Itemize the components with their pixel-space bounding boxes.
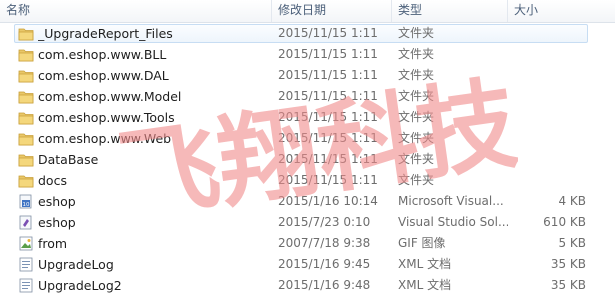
- file-name: com.eshop.www.BLL: [38, 47, 167, 62]
- file-name: from: [38, 236, 68, 251]
- file-row[interactable]: from 2007/7/18 9:38 GIF 图像 5 KB: [0, 233, 615, 254]
- folder-icon: [18, 47, 34, 62]
- file-type: XML 文档: [398, 257, 452, 271]
- file-size: 610 KB: [543, 215, 586, 229]
- file-size: 5 KB: [558, 236, 586, 250]
- file-name: com.eshop.www.Web: [38, 131, 172, 146]
- file-row[interactable]: UpgradeLog 2015/1/16 9:45 XML 文档 35 KB: [0, 254, 615, 275]
- column-header-size[interactable]: 大小: [508, 0, 615, 22]
- file-date: 2015/1/16 9:45: [278, 257, 371, 271]
- file-name: com.eshop.www.Model: [38, 89, 182, 104]
- column-header-type[interactable]: 类型: [392, 0, 508, 22]
- file-date: 2015/11/15 1:11: [278, 89, 378, 103]
- folder-icon: [18, 110, 34, 125]
- file-row[interactable]: eshop 2015/7/23 0:10 Visual Studio Sol... 6…: [0, 212, 615, 233]
- file-date: 2015/1/16 9:48: [278, 278, 371, 292]
- file-row[interactable]: DataBase 2015/11/15 1:11 文件夹: [0, 149, 615, 170]
- folder-icon: [18, 26, 34, 41]
- file-type: XML 文档: [398, 278, 452, 292]
- file-row[interactable]: docs 2015/11/15 1:11 文件夹: [0, 170, 615, 191]
- vs-project-icon: 10: [18, 194, 34, 209]
- file-row[interactable]: _UpgradeReport_Files 2015/11/15 1:11 文件夹: [0, 23, 615, 44]
- xml-document-icon: [18, 278, 34, 293]
- file-row[interactable]: com.eshop.www.BLL 2015/11/15 1:11 文件夹: [0, 44, 615, 65]
- file-size: 4 KB: [558, 194, 586, 208]
- file-row[interactable]: com.eshop.www.Web 2015/11/15 1:11 文件夹: [0, 128, 615, 149]
- file-row[interactable]: 10 eshop 2015/1/16 10:14 Microsoft Visual..…: [0, 191, 615, 212]
- file-size: 35 KB: [550, 278, 586, 292]
- xml-document-icon: [18, 257, 34, 272]
- file-row[interactable]: com.eshop.www.Model 2015/11/15 1:11 文件夹: [0, 86, 615, 107]
- file-date: 2007/7/18 9:38: [278, 236, 371, 250]
- file-type: Visual Studio Sol...: [398, 215, 508, 229]
- file-date: 2015/11/15 1:11: [278, 47, 378, 61]
- file-date: 2015/7/23 0:10: [278, 215, 371, 229]
- file-name: UpgradeLog2: [38, 278, 122, 293]
- svg-text:10: 10: [23, 202, 30, 208]
- file-date: 2015/11/15 1:11: [278, 131, 378, 145]
- file-name: eshop: [38, 194, 76, 209]
- folder-icon: [18, 173, 34, 188]
- file-name: com.eshop.www.DAL: [38, 68, 169, 83]
- file-name: com.eshop.www.Tools: [38, 110, 175, 125]
- file-date: 2015/1/16 10:14: [278, 194, 378, 208]
- folder-icon: [18, 68, 34, 83]
- file-date: 2015/11/15 1:11: [278, 173, 378, 187]
- vs-solution-icon: [18, 215, 34, 230]
- file-type: 文件夹: [398, 47, 435, 61]
- file-type: 文件夹: [398, 173, 435, 187]
- column-header-name[interactable]: 名称: [0, 0, 272, 22]
- file-name: docs: [38, 173, 67, 188]
- file-type: GIF 图像: [398, 236, 446, 250]
- folder-icon: [18, 131, 34, 146]
- folder-icon: [18, 152, 34, 167]
- file-date: 2015/11/15 1:11: [278, 26, 378, 40]
- file-name: _UpgradeReport_Files: [38, 26, 173, 41]
- file-name: DataBase: [38, 152, 99, 167]
- file-date: 2015/11/15 1:11: [278, 152, 378, 166]
- file-list: _UpgradeReport_Files 2015/11/15 1:11 文件夹 co…: [0, 23, 615, 296]
- file-type: 文件夹: [398, 68, 435, 82]
- file-name: eshop: [38, 215, 76, 230]
- file-type: 文件夹: [398, 131, 435, 145]
- file-row[interactable]: com.eshop.www.Tools 2015/11/15 1:11 文件夹: [0, 107, 615, 128]
- file-type: 文件夹: [398, 26, 435, 40]
- file-type: Microsoft Visual...: [398, 194, 504, 208]
- file-type: 文件夹: [398, 89, 435, 103]
- gif-image-icon: [18, 236, 34, 251]
- folder-icon: [18, 89, 34, 104]
- file-name: UpgradeLog: [38, 257, 114, 272]
- file-row[interactable]: UpgradeLog2 2015/1/16 9:48 XML 文档 35 KB: [0, 275, 615, 296]
- file-row[interactable]: com.eshop.www.DAL 2015/11/15 1:11 文件夹: [0, 65, 615, 86]
- column-header-bar: 名称 修改日期 类型 大小: [0, 0, 615, 23]
- file-date: 2015/11/15 1:11: [278, 110, 378, 124]
- file-type: 文件夹: [398, 152, 435, 166]
- file-type: 文件夹: [398, 110, 435, 124]
- file-size: 35 KB: [550, 257, 586, 271]
- file-date: 2015/11/15 1:11: [278, 68, 378, 82]
- column-header-date[interactable]: 修改日期: [272, 0, 392, 22]
